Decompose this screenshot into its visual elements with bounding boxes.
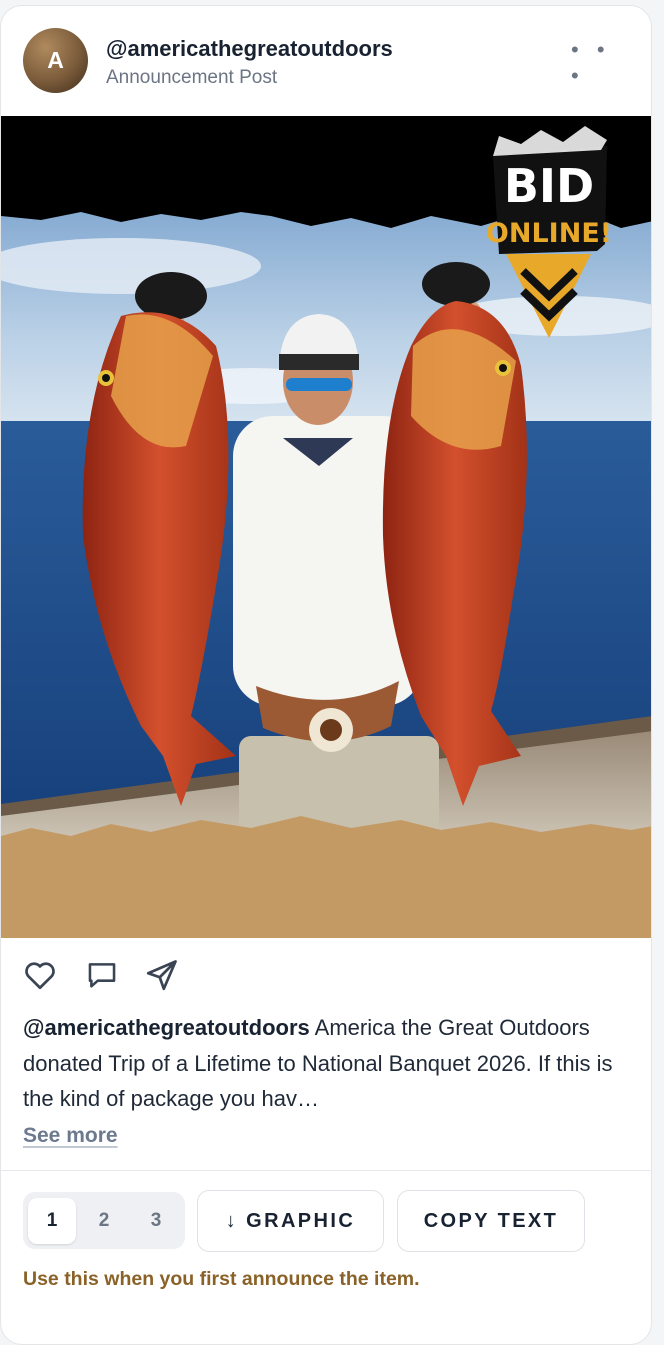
download-graphic-button[interactable]: ↓ GRAPHIC [197,1190,384,1252]
heart-icon[interactable] [21,956,59,994]
post-card: A @americathegreatoutdoors Announcement … [0,5,652,1345]
page-button-3[interactable]: 3 [132,1198,180,1244]
comment-icon[interactable] [83,956,121,994]
page-button-2[interactable]: 2 [80,1198,128,1244]
more-options-icon[interactable]: • • • [571,37,631,88]
copy-text-button[interactable]: COPY TEXT [397,1190,585,1252]
badge-text-bid: BID [504,159,594,213]
avatar[interactable]: A [23,28,88,93]
page-button-1[interactable]: 1 [28,1197,76,1244]
usage-hint: Use this when you first announce the ite… [23,1268,420,1290]
divider [1,1170,651,1171]
post-actions [1,952,651,996]
post-image: BID ONLINE! [1,116,651,938]
see-more-link[interactable]: See more [23,1124,118,1148]
fishing-photo: BID ONLINE! [1,116,651,938]
post-header: A @americathegreatoutdoors Announcement … [1,6,651,116]
caption-handle[interactable]: @americathegreatoutdoors [23,1015,310,1040]
send-icon[interactable] [143,956,181,994]
variant-pager: 1 2 3 [23,1192,185,1249]
account-handle[interactable]: @americathegreatoutdoors [106,36,393,62]
post-caption: @americathegreatoutdoors America the Gre… [23,1010,633,1116]
post-type-label: Announcement Post [106,67,278,88]
badge-text-online: ONLINE! [486,218,612,249]
